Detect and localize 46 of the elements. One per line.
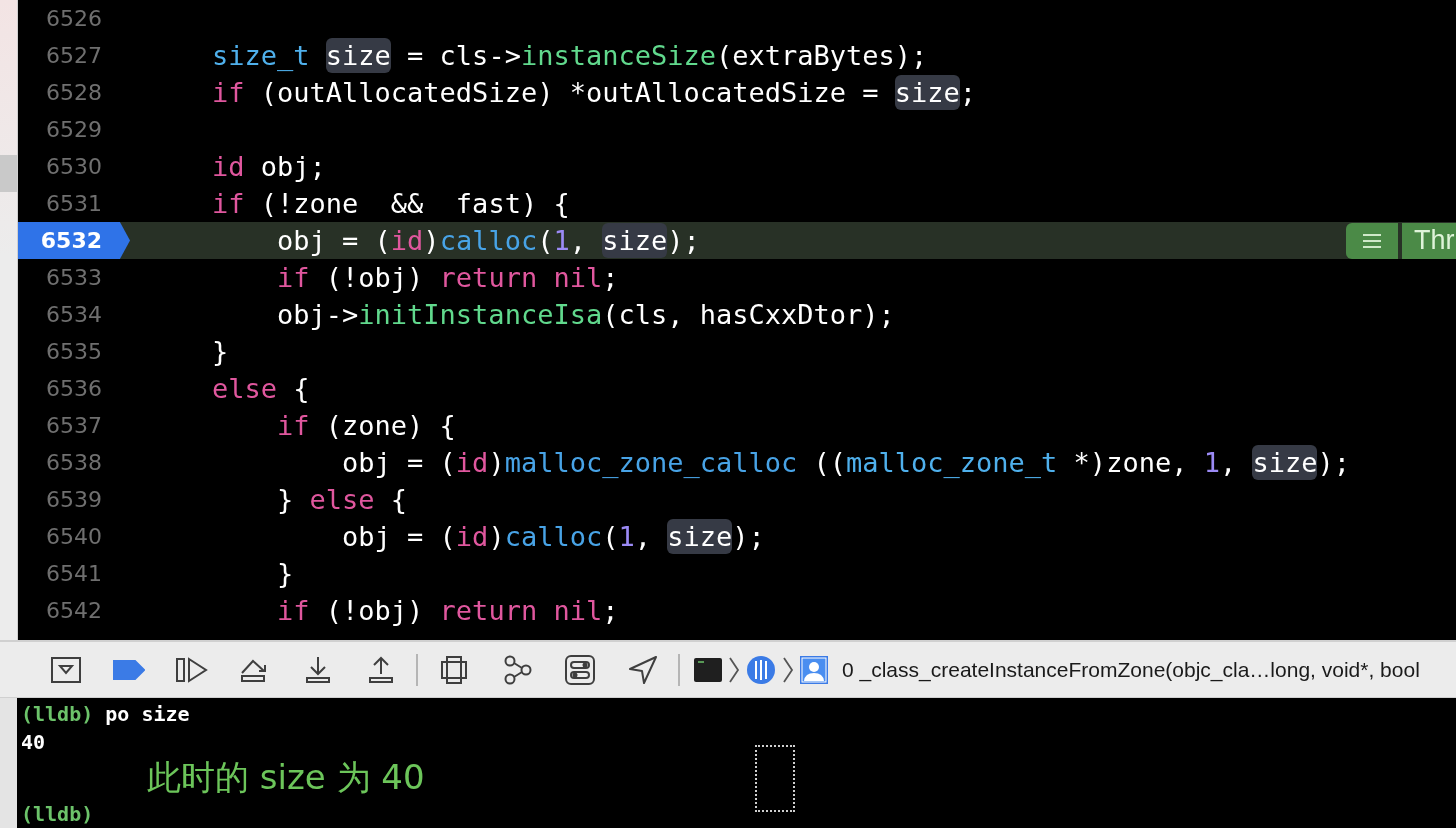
line-number: 6531 xyxy=(45,190,103,218)
code-line: else { xyxy=(211,373,310,404)
console-line: (lldb) po size xyxy=(21,702,190,726)
code-line: if (zone) { xyxy=(276,410,456,441)
line-number: 6532 xyxy=(18,222,130,259)
user-icon[interactable] xyxy=(800,655,828,684)
console-prompt: (lldb) xyxy=(21,802,94,826)
line-number: 6527 xyxy=(45,42,103,70)
breakpoint-icon[interactable] xyxy=(112,659,145,680)
code-line: id obj; xyxy=(211,151,326,182)
thread-badge[interactable]: Thr xyxy=(1402,222,1456,259)
line-number: 6537 xyxy=(45,412,103,440)
code-line: obj = (id)calloc(1, size); xyxy=(276,223,700,258)
line-number: 6526 xyxy=(45,5,103,33)
line-number: 6530 xyxy=(45,153,103,181)
code-line: obj = (id)calloc(1, size); xyxy=(341,519,765,554)
stack-frame-label[interactable]: 0 _class_createInstanceFromZone(objc_cla…long, void*, bool xyxy=(842,657,1420,682)
code-line: if (!obj) return nil; xyxy=(276,595,619,626)
line-number: 6534 xyxy=(45,301,103,329)
line-number: 6528 xyxy=(45,79,103,107)
code-line: } xyxy=(211,336,229,367)
chevron-icon xyxy=(782,655,794,684)
code-line: } else { xyxy=(276,484,408,515)
code-line: obj = (id)malloc_zone_calloc ((malloc_zone_t *)zone, 1, size); xyxy=(341,445,1350,480)
terminal-icon[interactable] xyxy=(694,657,722,682)
annotation-text: 此时的 size 为 40 xyxy=(147,756,426,799)
code-line: if (outAllocatedSize) *outAllocatedSize = size; xyxy=(211,75,977,110)
code-line: if (!obj) return nil; xyxy=(276,262,619,293)
menu-icon[interactable] xyxy=(1346,222,1398,259)
thread-icon[interactable] xyxy=(746,654,776,685)
line-number: 6539 xyxy=(45,486,103,514)
console-output: 40 xyxy=(21,730,46,754)
line-number: 6536 xyxy=(45,375,103,403)
line-number: 6529 xyxy=(45,116,103,144)
line-number: 6541 xyxy=(45,560,103,588)
code-line: if (!zone && fast) { xyxy=(211,188,570,219)
code-line: size_t size = cls->instanceSize(extraBytes); xyxy=(211,38,928,73)
line-number: 6542 xyxy=(45,597,103,625)
dotted-outline xyxy=(755,745,795,812)
chevron-icon xyxy=(728,655,740,684)
code-line: } xyxy=(276,558,294,589)
line-number: 6540 xyxy=(45,523,103,551)
line-number: 6538 xyxy=(45,449,103,477)
code-line: obj->initInstanceIsa(cls, hasCxxDtor); xyxy=(276,299,895,330)
line-number: 6535 xyxy=(45,338,103,366)
line-number: 6533 xyxy=(45,264,103,292)
